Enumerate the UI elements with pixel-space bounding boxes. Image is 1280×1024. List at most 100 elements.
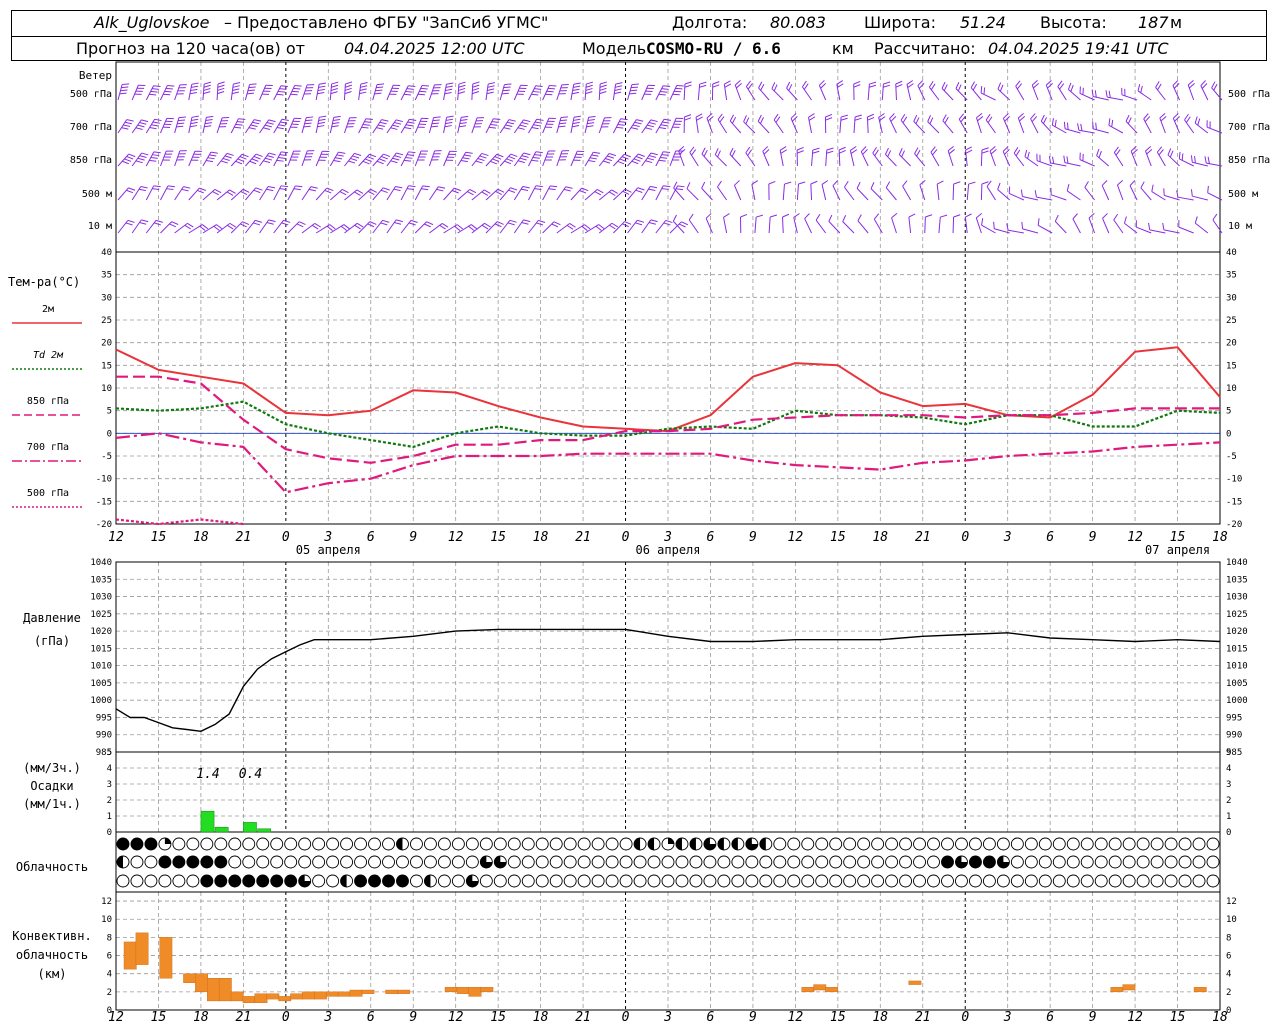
wind-barb-flag: [793, 213, 800, 218]
wind-barb-flag: [333, 115, 341, 118]
wind-barb-flag: [491, 121, 499, 123]
pressure-unit: (гПа): [34, 634, 70, 648]
wind-barb-staff: [584, 151, 594, 167]
wind-barb-flag: [519, 124, 527, 128]
cloud-symbol: [465, 855, 479, 869]
wind-barb-flag: [203, 87, 211, 91]
wind-barb-staff: [655, 220, 667, 234]
wind-barb-staff: [287, 221, 300, 234]
wind-barb-staff: [762, 151, 770, 167]
wind-barb-flag: [444, 125, 452, 128]
x-tick-label-mid: 18: [193, 530, 209, 545]
wind-barb-staff: [821, 184, 827, 201]
wind-barb-flag: [137, 124, 145, 128]
wind-barb-staff: [244, 119, 255, 134]
convective-bar: [813, 984, 827, 991]
wind-barb-flag: [1066, 184, 1070, 192]
convective-bar: [908, 980, 922, 985]
wind-barb-flag: [591, 154, 599, 157]
precip-ytick-right: 2: [1226, 796, 1231, 806]
wind-barb-flag: [1207, 185, 1209, 193]
wind-barb-flag: [1184, 113, 1189, 121]
wind-barb-staff: [216, 222, 231, 234]
wind-barb-flag: [635, 222, 643, 226]
x-tick-label-bottom: 0: [282, 1010, 290, 1024]
x-tick-label-mid: 18: [872, 530, 888, 545]
wind-barb-flag: [948, 149, 955, 155]
temp-title: Тем-ра(°C): [8, 275, 80, 289]
wind-barb-flag: [684, 114, 692, 118]
wind-barb-flag: [535, 151, 543, 154]
wind-barb-flag: [648, 155, 657, 158]
wind-barb-staff: [627, 84, 633, 101]
wind-barb-flag: [488, 82, 496, 85]
cloud-symbol: [577, 855, 591, 869]
wind-barb-flag: [684, 84, 692, 88]
wind-barb-flag: [953, 181, 961, 185]
convective-bar: [1122, 984, 1136, 991]
wind-barb-flag: [836, 80, 843, 85]
wind-barb-flag: [803, 83, 809, 90]
wind-barb-flag: [663, 85, 671, 87]
wind-barb-flag: [213, 225, 220, 231]
wind-barb-flag: [997, 182, 1001, 190]
wind-barb-staff: [443, 151, 451, 167]
cloud-symbol: [1136, 855, 1150, 869]
pressure-ytick-left: 1030: [90, 593, 112, 603]
wind-barb-flag: [756, 214, 764, 218]
cloud-symbol: [186, 837, 200, 851]
wind-barb-flag: [254, 119, 262, 122]
cloud-symbol: [423, 837, 437, 851]
cloud-symbol: [1206, 874, 1220, 888]
wind-barb-flag: [120, 89, 128, 92]
wind-barb-staff: [1072, 218, 1081, 234]
wind-barb-flag: [126, 156, 134, 160]
wind-barb-staff: [1116, 184, 1124, 201]
wind-barb-staff: [414, 85, 423, 101]
cloud-symbol: [1192, 837, 1206, 851]
precip-ytick-right: 3: [1226, 780, 1231, 790]
wind-barb-staff: [627, 219, 638, 234]
convective-bar: [123, 941, 137, 970]
wind-barb-flag: [972, 83, 978, 91]
wind-barb-flag: [1096, 148, 1100, 156]
wind-barb-staff: [970, 87, 982, 101]
x-tick-label-mid: 12: [448, 530, 464, 545]
wind-barb-flag: [853, 84, 861, 88]
wind-barb-flag: [874, 149, 879, 156]
wind-barb-flag: [650, 219, 658, 223]
date-label: 05 апреля: [296, 543, 361, 557]
wind-barb-staff: [938, 217, 941, 234]
conv-ytick-left: 2: [107, 988, 112, 998]
wind-barb-flag: [184, 224, 192, 230]
wind-barb-flag: [176, 125, 184, 128]
wind-barb-staff: [386, 152, 397, 167]
cloud-symbol: [437, 837, 451, 851]
wind-barb-flag: [703, 149, 708, 157]
convective-bar: [385, 989, 399, 994]
cloud-symbol: [410, 855, 423, 869]
wind-barb-flag: [242, 188, 250, 193]
wind-barb-staff: [1050, 162, 1067, 167]
wind-barb-flag: [812, 147, 820, 151]
wind-barb-staff: [1045, 84, 1053, 101]
wind-barb-flag: [266, 188, 274, 192]
wind-barb-staff: [358, 118, 367, 134]
wind-barb-staff: [131, 119, 142, 134]
x-tick-label-bottom: 3: [663, 1010, 672, 1024]
wind-barb-flag: [250, 124, 258, 127]
wind-barb-flag: [503, 86, 511, 89]
wind-barb-flag: [329, 224, 336, 230]
cloud-symbol: [326, 837, 340, 851]
wind-barb-staff: [344, 222, 358, 234]
x-tick-label-bottom: 9: [1089, 1010, 1097, 1024]
cloud-symbol: [927, 855, 940, 869]
wind-barb-flag: [1117, 180, 1124, 186]
wind-barb-flag: [605, 158, 613, 162]
wind-barb-staff: [386, 186, 396, 201]
wind-barb-staff: [771, 88, 784, 101]
wind-barb-staff: [899, 154, 911, 167]
wind-barb-flag: [318, 118, 326, 121]
wind-barb-flag: [521, 188, 529, 192]
wind-barb-staff: [811, 150, 814, 167]
